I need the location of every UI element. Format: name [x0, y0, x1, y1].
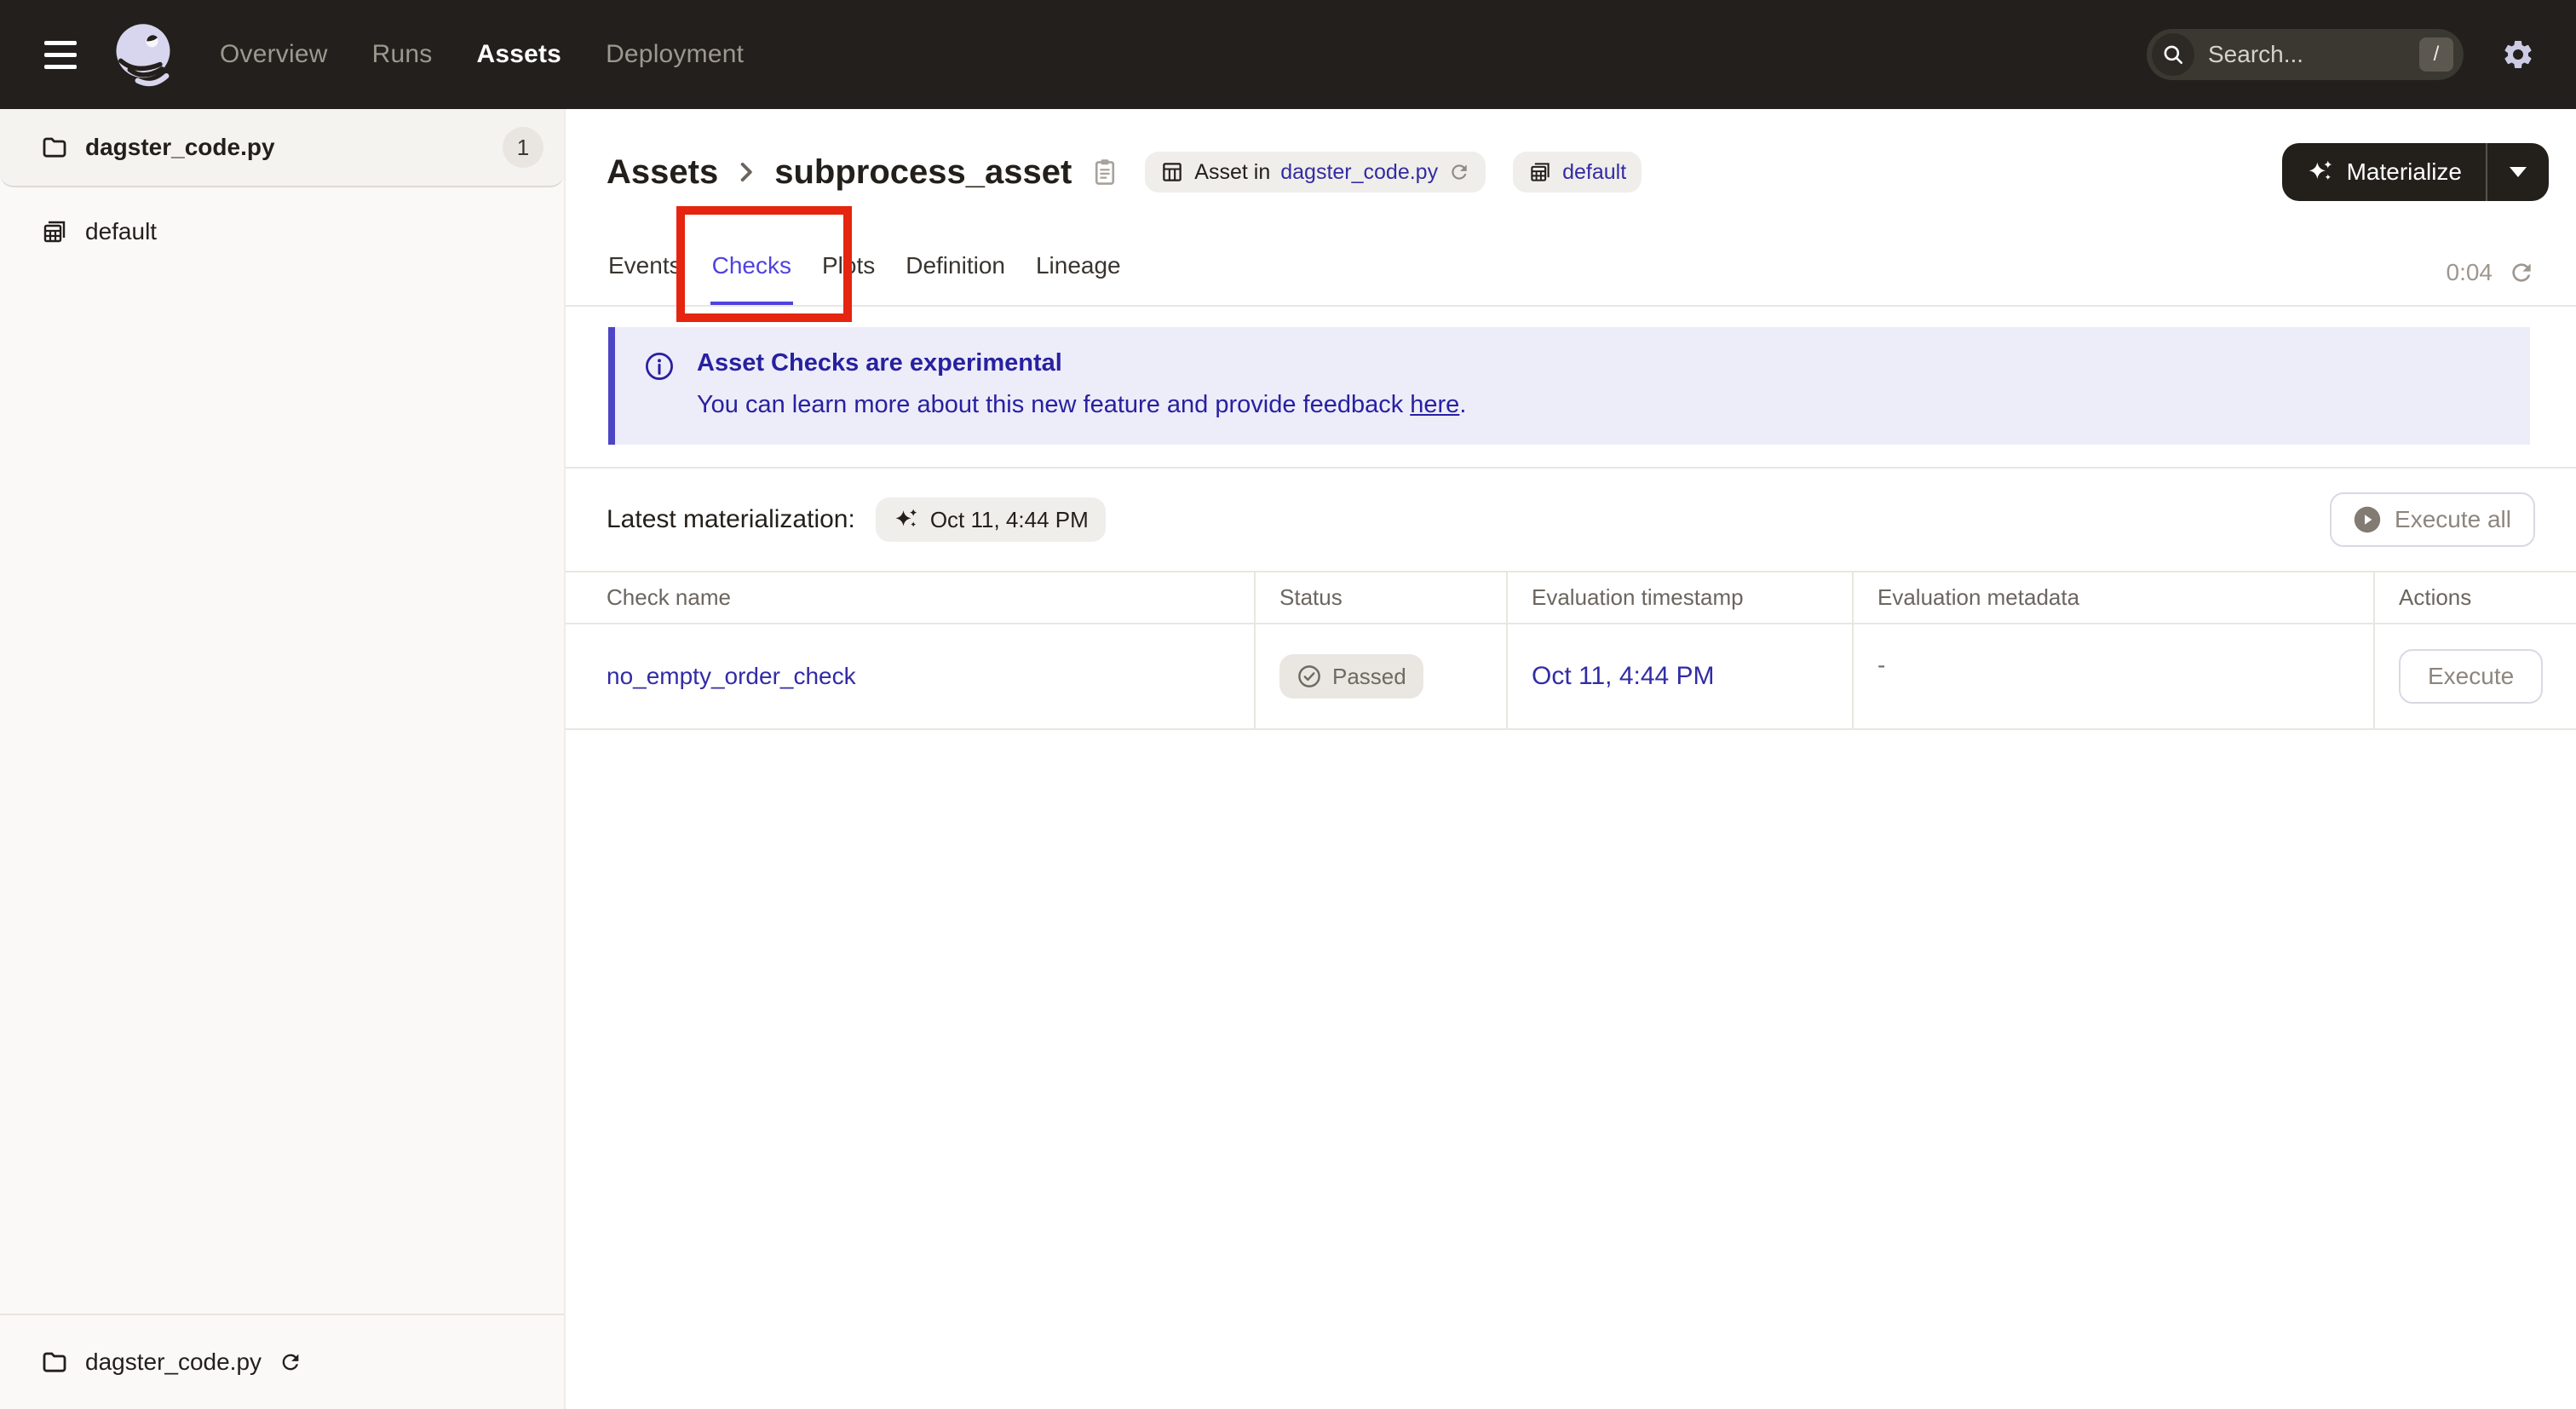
search-shortcut-badge: / [2419, 37, 2453, 72]
breadcrumb-assets-link[interactable]: Assets [607, 153, 718, 192]
chevron-right-icon [735, 161, 757, 183]
latest-materialization-tag[interactable]: Oct 11, 4:44 PM [875, 497, 1106, 542]
latest-materialization-row: Latest materialization: Oct 11, 4:44 PM … [566, 469, 2576, 571]
column-header-check-name: Check name [607, 584, 731, 610]
table-icon [1528, 160, 1552, 184]
info-icon [644, 351, 675, 419]
feedback-link[interactable]: here [1410, 391, 1459, 418]
materialize-dropdown-button[interactable] [2487, 143, 2549, 201]
search-input[interactable] [2208, 41, 2406, 68]
tab-checks[interactable]: Checks [710, 252, 793, 305]
sidebar-item-label: default [85, 218, 158, 244]
tab-events[interactable]: Events [607, 252, 683, 305]
tab-plots[interactable]: Plots [820, 252, 877, 305]
tab-list: Events Checks Plots Definition Lineage [607, 252, 1123, 305]
status-label: Passed [1332, 663, 1406, 689]
materialize-label: Materialize [2346, 158, 2462, 185]
latest-materialization-value: Oct 11, 4:44 PM [929, 506, 1089, 532]
column-header-actions: Actions [2373, 572, 2576, 623]
sidebar-footer-label: dagster_code.py [85, 1349, 262, 1375]
sidebar-footer-code-location[interactable]: dagster_code.py [0, 1314, 564, 1409]
asset-tag-prefix: Asset in [1194, 159, 1271, 184]
sparkle-icon [2309, 160, 2332, 181]
nav-item-overview[interactable]: Overview [220, 40, 328, 69]
execute-all-button[interactable]: Execute all [2330, 492, 2535, 547]
execute-all-label: Execute all [2395, 506, 2511, 532]
gear-icon [2504, 40, 2532, 68]
check-name-link[interactable]: no_empty_order_check [607, 663, 856, 690]
settings-button[interactable] [2501, 37, 2535, 72]
refresh-definition-button[interactable] [1448, 161, 1470, 183]
clipboard-icon [1095, 159, 1115, 185]
asset-code-location-link[interactable]: dagster_code.py [1280, 160, 1438, 185]
top-navigation-bar: Overview Runs Assets Deployment / [0, 0, 2576, 109]
column-header-evaluation-metadata: Evaluation metadata [1852, 572, 2373, 623]
column-header-evaluation-timestamp: Evaluation timestamp [1506, 572, 1852, 623]
folder-icon [41, 1349, 68, 1376]
asset-location-tag: Asset in dagster_code.py [1145, 152, 1486, 193]
cell-evaluation-metadata: - [1852, 624, 2373, 728]
asset-sidebar: dagster_code.py 1 default dagster_code.p… [0, 109, 566, 1409]
banner-suffix: . [1459, 391, 1467, 418]
play-circle-icon [2354, 506, 2381, 533]
execute-check-button[interactable]: Execute [2399, 649, 2544, 704]
dagster-logo-icon [116, 24, 170, 87]
nav-item-deployment[interactable]: Deployment [606, 40, 744, 69]
nav-item-assets[interactable]: Assets [476, 40, 561, 69]
asset-header: Assets subprocess_asset Asset in dagster… [566, 109, 2576, 201]
materialize-split-button: Materialize [2281, 143, 2549, 201]
banner-content: Asset Checks are experimental You can le… [697, 349, 1466, 419]
nav-item-runs[interactable]: Runs [372, 40, 433, 69]
cell-evaluation-timestamp: Oct 11, 4:44 PM [1506, 624, 1852, 728]
materialize-button[interactable]: Materialize [2282, 143, 2486, 201]
banner-body-text: You can learn more about this new featur… [697, 391, 1411, 418]
check-circle-icon [1298, 665, 1320, 687]
banner-title: Asset Checks are experimental [697, 349, 1062, 377]
dagster-logo[interactable] [107, 19, 179, 90]
dagster-app: Overview Runs Assets Deployment / dagste… [0, 0, 2576, 1409]
refresh-page-button[interactable] [2508, 259, 2535, 286]
cell-actions: Execute [2373, 624, 2576, 728]
reload-code-location-button[interactable] [279, 1350, 302, 1374]
refresh-icon [2512, 263, 2531, 282]
asset-detail-main: Assets subprocess_asset Asset in dagster… [566, 109, 2576, 1409]
status-badge: Passed [1279, 654, 1423, 699]
asset-tabs: Events Checks Plots Definition Lineage 0… [566, 201, 2576, 307]
table-icon [1160, 160, 1184, 184]
page-layout: dagster_code.py 1 default dagster_code.p… [0, 109, 2576, 1409]
cell-check-name: no_empty_order_check [566, 624, 1254, 728]
column-header-status: Status [1254, 572, 1506, 623]
checks-table-header: Check name Status Evaluation timestamp E… [566, 571, 2576, 624]
banner-body: You can learn more about this new featur… [697, 391, 1466, 419]
refresh-icon [1452, 164, 1467, 180]
sparkle-icon [895, 509, 917, 527]
page-title: subprocess_asset [774, 152, 1072, 191]
global-search: / [2147, 29, 2464, 80]
search-icon [2152, 33, 2194, 76]
refresh-timer: 0:04 [2447, 259, 2536, 305]
cell-status: Passed [1254, 624, 1506, 728]
primary-nav: Overview Runs Assets Deployment [220, 40, 744, 69]
table-row: no_empty_order_check Passed Oct 11, 4:44… [566, 624, 2576, 730]
asset-group-icon [41, 218, 68, 245]
asset-count-badge: 1 [503, 127, 543, 168]
sidebar-item-group-default[interactable]: default [0, 201, 564, 262]
tab-definition[interactable]: Definition [904, 252, 1007, 305]
asset-group-tag: default [1513, 152, 1642, 193]
checks-table: Check name Status Evaluation timestamp E… [566, 571, 2576, 730]
tab-lineage[interactable]: Lineage [1034, 252, 1123, 305]
sidebar-item-code-location[interactable]: dagster_code.py 1 [0, 109, 564, 187]
evaluation-timestamp-link[interactable]: Oct 11, 4:44 PM [1532, 662, 1715, 691]
copy-asset-name-button[interactable] [1092, 158, 1118, 187]
sidebar-item-label: dagster_code.py [85, 134, 275, 160]
caret-down-icon [2510, 167, 2527, 177]
asset-group-link[interactable]: default [1562, 160, 1626, 185]
refresh-icon [282, 1354, 299, 1371]
experimental-banner: Asset Checks are experimental You can le… [608, 327, 2530, 445]
breadcrumb: Assets subprocess_asset [607, 153, 1072, 192]
latest-materialization-label: Latest materialization: [607, 505, 855, 533]
timer-value: 0:04 [2446, 259, 2493, 285]
folder-icon [41, 134, 68, 161]
hamburger-menu-button[interactable] [41, 34, 80, 76]
